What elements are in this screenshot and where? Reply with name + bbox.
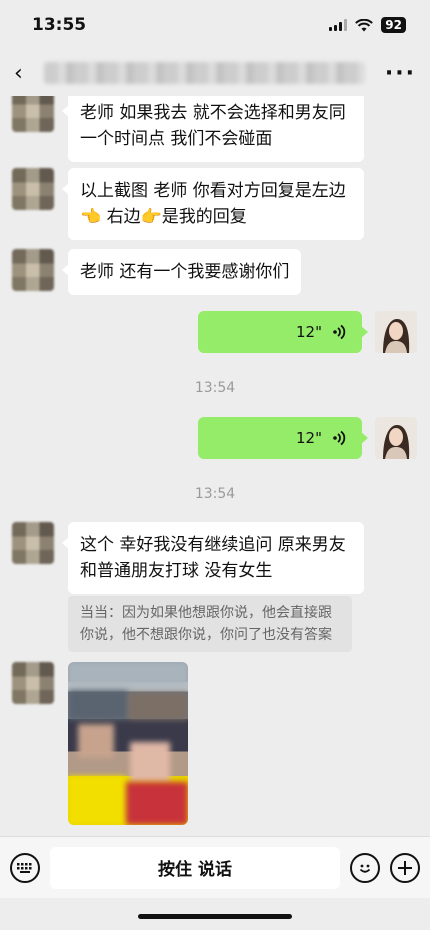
message-text: 这个 幸好我没有继续追问 原来男友和普通朋友打球 没有女生 <box>80 535 346 581</box>
wifi-icon <box>355 18 374 31</box>
plus-icon <box>398 860 412 875</box>
quoted-reply[interactable]: 当当：因为如果他想跟你说，他会直接跟你说，他不想跟你说，你问了也没有答案 <box>68 596 352 652</box>
back-button[interactable]: ‹ <box>14 61 38 86</box>
outgoing-voice-message[interactable]: 12" <box>198 311 368 353</box>
incoming-message[interactable]: 老师 还有一个我要感谢你们 <box>61 249 302 295</box>
input-bar: 按住 说话 <box>0 836 430 898</box>
message-timestamp: 13:54 <box>194 486 236 502</box>
message-text: 老师 如果我去 就不会选择和男友同一个时间点 我们不会碰面 <box>80 103 346 149</box>
hold-to-talk-label: 按住 说话 <box>158 860 232 880</box>
battery-indicator: 92 <box>381 17 406 33</box>
voice-wave-icon <box>333 430 346 446</box>
contact-avatar[interactable] <box>12 168 54 210</box>
hold-to-talk-button[interactable]: 按住 说话 <box>50 846 340 889</box>
status-icons: 92 <box>329 17 406 33</box>
chat-messages[interactable]: 老师 如果我去 就不会选择和男友同一个时间点 我们不会碰面 以上截图 老师 你看… <box>0 96 430 836</box>
incoming-message[interactable]: 以上截图 老师 你看对方回复是左边👈 右边👉是我的回复 <box>62 168 364 240</box>
contact-avatar[interactable] <box>12 96 54 132</box>
contact-avatar[interactable] <box>12 662 54 704</box>
contact-avatar[interactable] <box>12 249 54 291</box>
voice-duration: 12" <box>296 323 322 341</box>
image-message[interactable] <box>68 662 188 825</box>
status-bar: 13:55 92 <box>0 0 430 50</box>
my-avatar[interactable] <box>375 311 417 353</box>
chat-header: ‹ ··· <box>0 50 430 96</box>
signal-icon <box>329 19 348 31</box>
message-text: 老师 还有一个我要感谢你们 <box>80 262 290 282</box>
outgoing-voice-message[interactable]: 12" <box>198 417 368 459</box>
more-button[interactable]: ··· <box>385 61 416 86</box>
add-button[interactable] <box>390 852 420 883</box>
emoji-button[interactable] <box>350 852 380 883</box>
incoming-message[interactable]: 这个 幸好我没有继续追问 原来男友和普通朋友打球 没有女生 <box>62 522 364 594</box>
contact-avatar[interactable] <box>12 522 54 564</box>
voice-duration: 12" <box>296 429 322 447</box>
emoji-icon <box>359 864 371 873</box>
my-avatar[interactable] <box>375 417 417 459</box>
home-indicator <box>138 914 292 919</box>
voice-wave-icon <box>333 324 346 340</box>
chat-title-blurred <box>44 62 365 84</box>
keyboard-icon <box>17 862 32 873</box>
incoming-message[interactable]: 老师 如果我去 就不会选择和男友同一个时间点 我们不会碰面 <box>62 96 364 162</box>
quoted-text: 当当：因为如果他想跟你说，他会直接跟你说，他不想跟你说，你问了也没有答案 <box>80 605 332 643</box>
message-text: 以上截图 老师 你看对方回复是左边👈 右边👉是我的回复 <box>80 181 346 227</box>
status-time: 13:55 <box>32 15 87 35</box>
chevron-left-icon: ‹ <box>14 60 23 86</box>
keyboard-toggle-button[interactable] <box>10 852 40 883</box>
message-timestamp: 13:54 <box>194 380 236 396</box>
more-dots-icon: ··· <box>384 60 416 86</box>
